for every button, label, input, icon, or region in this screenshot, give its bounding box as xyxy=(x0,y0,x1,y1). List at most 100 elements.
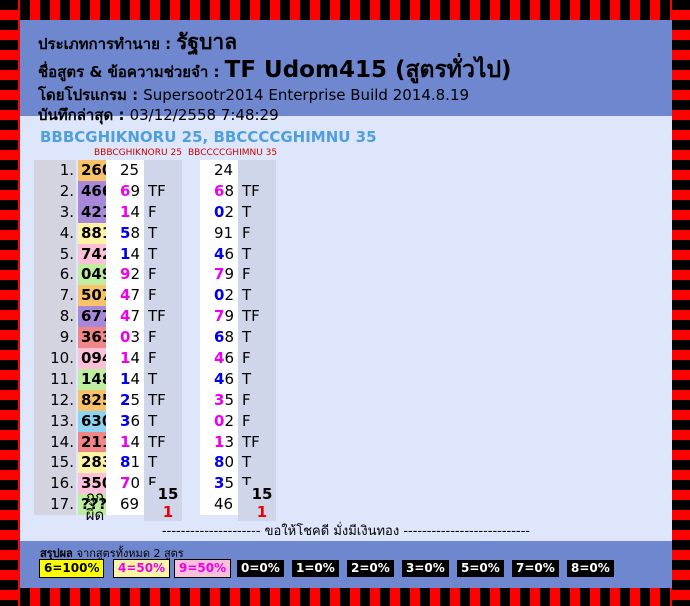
updated-value: 03/12/2558 7:48:29 xyxy=(129,106,279,124)
formula-2-tf: TF xyxy=(242,181,260,200)
prediction-panel: ประเภทการทำนาย : รัฐบาล ชื่อสูตร & ข้อคว… xyxy=(20,20,672,588)
row-index: 4. xyxy=(59,223,74,242)
formula-strings: BBBCGHIKNORU 25, BBCCCCGHIMNU 35 xyxy=(40,128,377,146)
digit-colored: 8 xyxy=(120,453,131,472)
summary-footer: สรุปผล จากสูตรทั้งหมด 2 สูตร 6=100% 4=50%… xyxy=(20,541,672,588)
formula-2-tf: T xyxy=(242,286,252,305)
digit-colored: 1 xyxy=(120,349,131,368)
row-index: 7. xyxy=(59,286,74,305)
formula-2-tf-column: TF T F T F T TF T F T F F TF T T xyxy=(238,160,276,516)
row-index: 12. xyxy=(50,390,74,409)
formula-1-tf: T xyxy=(148,411,158,430)
digit-colored: 2 xyxy=(214,161,224,179)
program-label: โดยโปรแกรม : xyxy=(38,86,139,104)
formula-1-tf: T xyxy=(148,223,158,242)
column-header-1: BBBCGHIKNORU 25 xyxy=(94,148,182,158)
digit-colored: 4 xyxy=(214,369,225,388)
digit-colored: 1 xyxy=(120,369,131,388)
digit-badge: 6=100% xyxy=(38,559,105,578)
formula-1-tf xyxy=(144,160,182,181)
formula-2-tf: F xyxy=(242,411,251,430)
formula-1-tf: F xyxy=(148,265,157,284)
row-index: 14. xyxy=(50,432,74,451)
header: ประเภทการทำนาย : รัฐบาล ชื่อสูตร & ข้อคว… xyxy=(20,20,672,124)
digit-colored: 0 xyxy=(214,411,225,430)
row-index: 15. xyxy=(50,453,74,472)
digit-colored: 7 xyxy=(214,307,225,326)
digit-colored: 1 xyxy=(120,202,131,221)
digit-badge: 8=0% xyxy=(567,560,614,577)
wrong-count-2: 1 xyxy=(256,503,268,521)
checker-border-top xyxy=(0,0,690,20)
footer-title-light: จากสูตรทั้งหมด 2 สูตร xyxy=(76,547,184,560)
digit-colored: 1 xyxy=(214,432,225,451)
column-header-2: BBCCCCGHIMNU 35 xyxy=(188,148,278,158)
formula-2-tf: T xyxy=(242,453,252,472)
formula-1-tf: TF xyxy=(148,181,166,200)
digit-colored: 1 xyxy=(120,244,131,263)
formula-1-tf: T xyxy=(148,244,158,263)
formula-2-tf: T xyxy=(242,369,252,388)
program-value: Supersootr2014 Enterprise Build 2014.8.1… xyxy=(143,86,470,104)
digit-colored: 0 xyxy=(120,328,131,347)
formula-1-tf: TF xyxy=(148,432,166,451)
correct-count-2: 15 xyxy=(251,485,273,503)
row-index: 9. xyxy=(59,328,74,347)
formula-1-tf-column: TF F T T F F TF F F T TF T TF T F xyxy=(144,160,182,516)
digit-badge: 3=0% xyxy=(402,560,449,577)
formula-1-tf: TF xyxy=(148,390,166,409)
program-line: โดยโปรแกรม : Supersootr2014 Enterprise B… xyxy=(38,85,672,105)
digit-colored: 6 xyxy=(214,328,225,347)
formula-1-tf: F xyxy=(148,286,157,305)
digit-colored: 9 xyxy=(120,265,131,284)
row-index: 2. xyxy=(59,181,74,200)
formula-2-tf xyxy=(238,160,276,181)
type-value: รัฐบาล xyxy=(176,30,238,54)
digit-colored: 6 xyxy=(214,181,225,200)
digit-badge: 9=50% xyxy=(173,559,232,578)
row-index: 6. xyxy=(59,265,74,284)
formula-string-1: BBBCGHIKNORU 25 xyxy=(40,128,203,146)
digit-badge: 2=0% xyxy=(347,560,394,577)
row-index: 13. xyxy=(50,411,74,430)
digit-colored: 0 xyxy=(214,202,225,221)
updated-line: บันทึกล่าสุด : 03/12/2558 7:48:29 xyxy=(38,105,672,125)
digit-colored: 4 xyxy=(214,244,225,263)
digit-colored: 4 xyxy=(120,286,131,305)
formula-2-tf: TF xyxy=(242,432,260,451)
digit-colored: 4 xyxy=(120,307,131,326)
digit-colored: 8 xyxy=(214,453,225,472)
formula-2-tf: F xyxy=(242,223,251,242)
digit-colored: 2 xyxy=(120,390,131,409)
formula-name-value: TF Udom415 (สูตรทั่วไป) xyxy=(224,57,512,83)
digit-colored: 1 xyxy=(120,432,131,451)
formula-name-line: ชื่อสูตร & ข้อความช่วยจำ : TF Udom415 (ส… xyxy=(38,55,672,85)
row-index: 8. xyxy=(59,307,74,326)
formula-2-tf: T xyxy=(242,202,252,221)
formula-1-tf: F xyxy=(148,349,157,368)
formula-1-tf: T xyxy=(148,453,158,472)
type-label: ประเภทการทำนาย : xyxy=(38,35,172,53)
blessing-divider: --------------------- ขอให้โชคดี มั่งมีเ… xyxy=(161,524,530,539)
formula-2-tf: TF xyxy=(242,307,260,326)
digit-badge: 1=0% xyxy=(292,560,339,577)
wrong-count-1: 1 xyxy=(162,503,174,521)
digit-colored: 6 xyxy=(120,181,131,200)
correct-count-1: 15 xyxy=(157,485,179,503)
digit-colored: 4 xyxy=(214,349,225,368)
digit-colored: 5 xyxy=(120,223,131,242)
formula-name-label: ชื่อสูตร & ข้อความช่วยจำ : xyxy=(38,63,220,81)
type-line: ประเภทการทำนาย : รัฐบาล xyxy=(38,30,672,55)
row-index: 1. xyxy=(59,161,74,179)
digit-colored: 2 xyxy=(120,161,130,179)
digit-badge: 5=0% xyxy=(457,560,504,577)
digit-badge: 7=0% xyxy=(512,560,559,577)
digit-colored: 0 xyxy=(214,286,225,305)
formula-1-tf: TF xyxy=(148,307,166,326)
formula-2-tf: T xyxy=(242,328,252,347)
formula-2-tf: F xyxy=(242,265,251,284)
row-index: 5. xyxy=(59,244,74,263)
checker-border-bottom xyxy=(0,586,690,606)
row-index: 3. xyxy=(59,202,74,221)
row-index: 11. xyxy=(50,369,74,388)
